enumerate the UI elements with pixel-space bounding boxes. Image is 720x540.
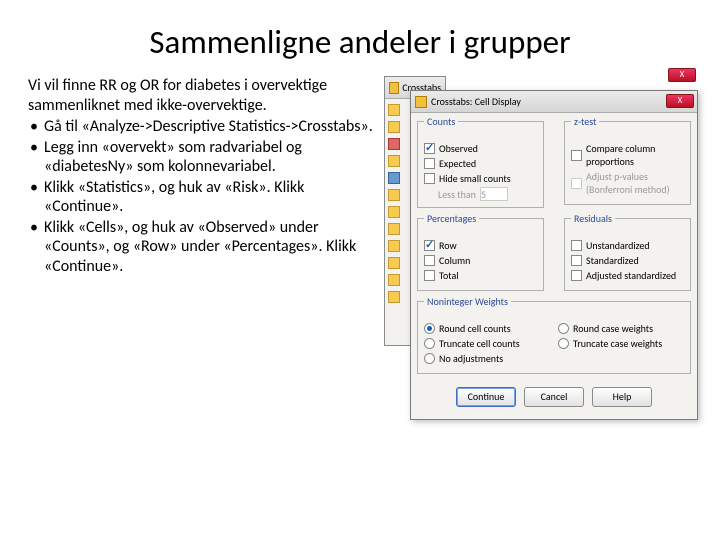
percentages-group: Percentages Row Column Total [417, 218, 544, 291]
lessthan-label: Less than [438, 188, 476, 201]
var-icon [388, 223, 400, 235]
compare-checkbox[interactable]: Compare column proportions [571, 142, 684, 168]
radio-icon [424, 353, 435, 364]
var-icon [388, 172, 400, 184]
ztest-group: z-test Compare column proportions Adjust… [564, 121, 691, 205]
adj-standardized-checkbox[interactable]: Adjusted standardized [571, 269, 684, 282]
checkbox-icon [424, 158, 435, 169]
var-icon [388, 206, 400, 218]
lessthan-row: Less than 5 [438, 187, 537, 201]
text-column: Vi vil finne RR og OR for diabetes i ove… [28, 76, 378, 277]
checkbox-icon [571, 240, 582, 251]
truncate-case-radio[interactable]: Truncate case weights [558, 337, 684, 350]
column-checkbox[interactable]: Column [424, 254, 537, 267]
group-title: Noninteger Weights [424, 295, 511, 308]
radio-icon [424, 323, 435, 334]
var-icon [388, 274, 400, 286]
radio-icon [558, 338, 569, 349]
bullet-item: Legg inn «overvekt» som radvariabel og «… [28, 138, 378, 177]
weights-group: Noninteger Weights Round cell counts Tru… [417, 301, 691, 374]
group-title: Percentages [424, 212, 479, 225]
checkbox-label: Hide small counts [439, 172, 511, 185]
checkbox-icon [424, 255, 435, 266]
bullet-list: Gå til «Analyze->Descriptive Statistics-… [28, 117, 378, 276]
var-icon [388, 240, 400, 252]
screenshot-column: Crosstabs X Crosstabs: Cell Dis [384, 76, 692, 277]
checkbox-label: Expected [439, 157, 476, 170]
radio-icon [424, 338, 435, 349]
var-icon [388, 155, 400, 167]
checkbox-label: Unstandardized [586, 239, 650, 252]
row-checkbox[interactable]: Row [424, 239, 537, 252]
var-icon [388, 189, 400, 201]
radio-icon [558, 323, 569, 334]
checkbox-label: Standardized [586, 254, 639, 267]
checkbox-icon [424, 270, 435, 281]
adjust-checkbox: Adjust p-values (Bonferroni method) [571, 170, 684, 196]
radio-label: Round cell counts [439, 322, 511, 335]
checkbox-icon [571, 150, 582, 161]
radio-label: No adjustments [439, 352, 503, 365]
close-icon[interactable]: X [668, 68, 696, 82]
total-checkbox[interactable]: Total [424, 269, 537, 282]
var-icon [388, 121, 400, 133]
checkbox-label: Total [439, 269, 459, 282]
checkbox-label: Observed [439, 142, 478, 155]
checkbox-label: Adjust p-values (Bonferroni method) [586, 170, 684, 196]
counts-group: Counts Observed Expected Hide small coun… [417, 121, 544, 208]
dialog-title: Crosstabs: Cell Display [431, 95, 521, 108]
checkbox-icon [571, 178, 582, 189]
checkbox-icon [571, 255, 582, 266]
radio-label: Truncate cell counts [439, 337, 520, 350]
var-icon [388, 291, 400, 303]
dialog-icon [415, 96, 427, 108]
help-button[interactable]: Help [592, 387, 652, 407]
checkbox-label: Adjusted standardized [586, 269, 676, 282]
continue-button[interactable]: Continue [456, 387, 516, 407]
truncate-cell-radio[interactable]: Truncate cell counts [424, 337, 550, 350]
close-icon[interactable]: X [666, 94, 694, 108]
hide-small-checkbox[interactable]: Hide small counts [424, 172, 537, 185]
slide-title: Sammenligne andeler i grupper [0, 0, 720, 76]
lessthan-field[interactable]: 5 [480, 187, 508, 201]
intro-text: Vi vil finne RR og OR for diabetes i ove… [28, 76, 378, 115]
bullet-item: Klikk «Cells», og huk av «Observed» unde… [28, 218, 378, 277]
checkbox-icon [424, 240, 435, 251]
var-icon [388, 104, 400, 116]
standardized-checkbox[interactable]: Standardized [571, 254, 684, 267]
group-title: Residuals [571, 212, 615, 225]
round-case-radio[interactable]: Round case weights [558, 322, 684, 335]
bullet-item: Gå til «Analyze->Descriptive Statistics-… [28, 117, 378, 137]
checkbox-label: Column [439, 254, 470, 267]
checkbox-label: Row [439, 239, 457, 252]
bullet-item: Klikk «Statistics», og huk av «Risk». Kl… [28, 178, 378, 217]
app-icon [389, 82, 399, 94]
var-icon [388, 257, 400, 269]
observed-checkbox[interactable]: Observed [424, 142, 537, 155]
dialog-titlebar: Crosstabs: Cell Display X [411, 91, 697, 113]
radio-label: Round case weights [573, 322, 653, 335]
var-icon [388, 138, 400, 150]
checkbox-label: Compare column proportions [586, 142, 684, 168]
checkbox-icon [424, 143, 435, 154]
expected-checkbox[interactable]: Expected [424, 157, 537, 170]
checkbox-icon [424, 173, 435, 184]
content-area: Vi vil finne RR og OR for diabetes i ove… [0, 76, 720, 277]
residuals-group: Residuals Unstandardized Standardized Ad… [564, 218, 691, 291]
unstandardized-checkbox[interactable]: Unstandardized [571, 239, 684, 252]
button-row: Continue Cancel Help [411, 379, 697, 411]
radio-label: Truncate case weights [573, 337, 662, 350]
checkbox-icon [571, 270, 582, 281]
no-adjust-radio[interactable]: No adjustments [424, 352, 550, 365]
group-title: z-test [571, 115, 599, 128]
round-cell-radio[interactable]: Round cell counts [424, 322, 550, 335]
cell-display-dialog: Crosstabs: Cell Display X Counts Observe… [410, 90, 698, 420]
cancel-button[interactable]: Cancel [524, 387, 584, 407]
group-title: Counts [424, 115, 458, 128]
